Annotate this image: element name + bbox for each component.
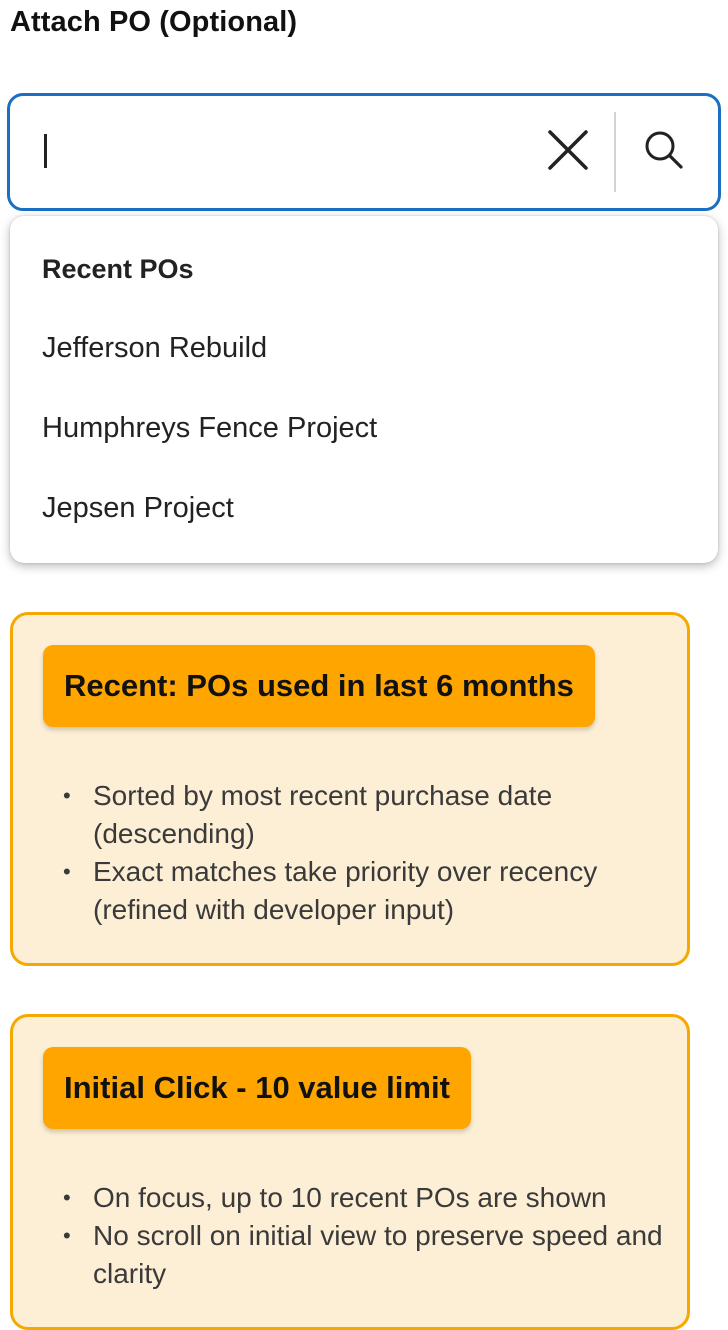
- note-bullet: No scroll on initial view to preserve sp…: [63, 1217, 673, 1293]
- dropdown-item[interactable]: Jefferson Rebuild: [42, 332, 267, 365]
- po-search-box[interactable]: [7, 93, 721, 211]
- close-icon: [548, 130, 588, 170]
- recent-po-dropdown: Recent POs Jefferson Rebuild Humphreys F…: [10, 216, 718, 563]
- note-bullet: Exact matches take priority over recency…: [63, 853, 673, 929]
- button-divider: [614, 112, 616, 192]
- note-bullet-list: On focus, up to 10 recent POs are shown …: [63, 1179, 673, 1293]
- note-bullet: Sorted by most recent purchase date (des…: [63, 777, 673, 853]
- dropdown-item[interactable]: Jepsen Project: [42, 492, 234, 525]
- search-icon: [645, 131, 683, 169]
- po-search-input[interactable]: [24, 110, 524, 194]
- field-label: Attach PO (Optional): [10, 6, 298, 38]
- recent-note-card: Recent: POs used in last 6 months Sorted…: [10, 612, 690, 966]
- search-button[interactable]: [634, 120, 694, 180]
- text-caret: [44, 134, 47, 168]
- note-bullet: On focus, up to 10 recent POs are shown: [63, 1179, 673, 1217]
- clear-button[interactable]: [538, 120, 598, 180]
- note-bullet-list: Sorted by most recent purchase date (des…: [63, 777, 673, 929]
- note-badge: Initial Click - 10 value limit: [43, 1047, 471, 1129]
- dropdown-header: Recent POs: [42, 254, 194, 284]
- dropdown-item[interactable]: Humphreys Fence Project: [42, 412, 377, 445]
- initial-click-note-card: Initial Click - 10 value limit On focus,…: [10, 1014, 690, 1330]
- note-badge: Recent: POs used in last 6 months: [43, 645, 595, 727]
